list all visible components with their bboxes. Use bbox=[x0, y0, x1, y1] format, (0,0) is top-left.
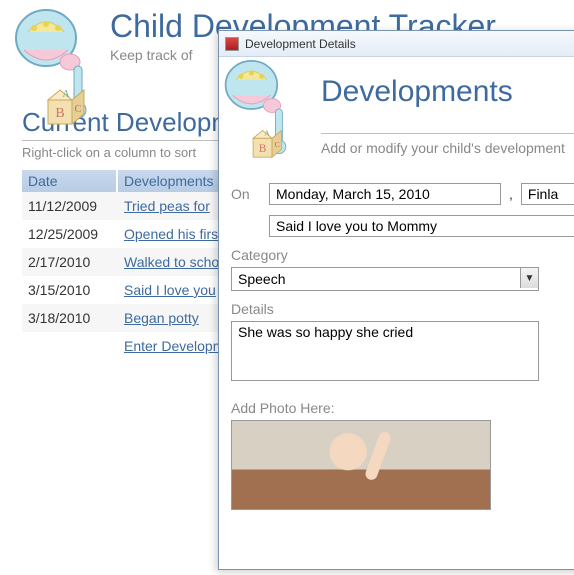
dialog-app-icon bbox=[225, 37, 239, 51]
development-link[interactable]: Opened his first bbox=[124, 226, 222, 242]
chevron-down-icon[interactable]: ▼ bbox=[520, 268, 538, 288]
date-input[interactable] bbox=[269, 183, 501, 205]
development-link[interactable]: Tried peas for bbox=[124, 198, 210, 214]
development-link[interactable]: Walked to school bbox=[124, 254, 230, 270]
development-link[interactable]: Said I love you bbox=[124, 282, 216, 298]
svg-text:B: B bbox=[55, 106, 64, 121]
column-header-date[interactable]: Date bbox=[22, 170, 118, 192]
development-details-dialog: Development Details B A C bbox=[218, 30, 574, 570]
cell-date: 12/25/2009 bbox=[22, 226, 118, 242]
svg-text:C: C bbox=[75, 104, 82, 115]
cell-date: 3/15/2010 bbox=[22, 282, 118, 298]
details-textarea[interactable] bbox=[231, 321, 539, 381]
category-select[interactable] bbox=[231, 267, 539, 291]
description-input[interactable] bbox=[269, 215, 574, 237]
development-link[interactable]: Began potty bbox=[124, 310, 199, 326]
dialog-subtitle: Add or modify your child's development bbox=[321, 133, 574, 156]
dialog-title: Developments bbox=[321, 75, 574, 109]
details-label: Details bbox=[231, 301, 574, 317]
comma-separator: , bbox=[509, 186, 513, 202]
add-photo-label: Add Photo Here: bbox=[231, 400, 574, 416]
photo-preview[interactable] bbox=[231, 420, 491, 510]
on-label: On bbox=[231, 186, 261, 202]
cell-date: 11/12/2009 bbox=[22, 198, 118, 214]
cell-date: 3/18/2010 bbox=[22, 310, 118, 326]
category-label: Category bbox=[231, 247, 574, 263]
dialog-window-title: Development Details bbox=[245, 37, 356, 51]
child-name-input[interactable] bbox=[521, 183, 574, 205]
cell-date: 2/17/2010 bbox=[22, 254, 118, 270]
dialog-titlebar[interactable]: Development Details bbox=[219, 31, 574, 57]
